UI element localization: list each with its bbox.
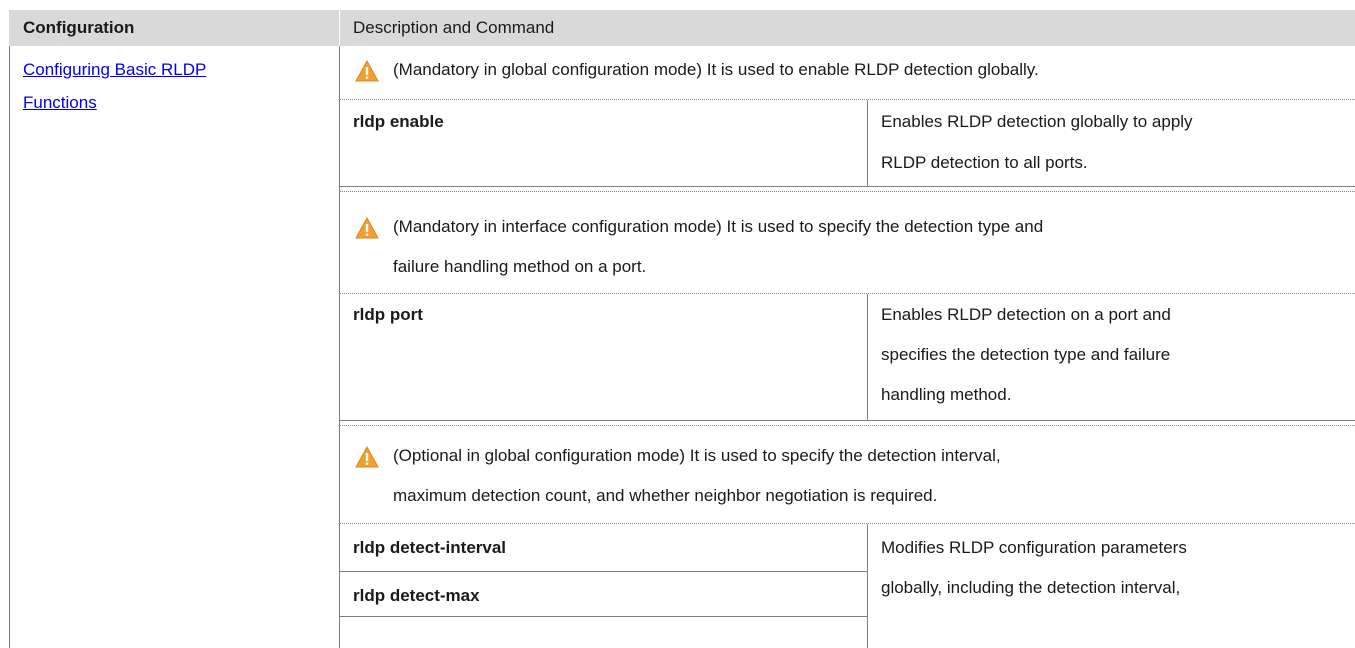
desc-rldp-port-line1: Enables RLDP detection on a port and — [881, 305, 1171, 324]
command-rldp-enable: rldp enable — [353, 112, 444, 131]
note-interface-port-line1: (Mandatory in interface configuration mo… — [393, 217, 1044, 236]
configuring-basic-rldp-link-line1[interactable]: Configuring Basic RLDP — [23, 54, 206, 86]
desc-detect-line2: globally, including the detection interv… — [881, 578, 1181, 597]
note-divider — [340, 191, 1355, 192]
header-configuration: Configuration — [23, 18, 135, 37]
desc-detect-line1: Modifies RLDP configuration parameters — [881, 538, 1187, 557]
command-rldp-port: rldp port — [353, 305, 423, 324]
note-divider — [340, 99, 1355, 100]
desc-rldp-port-line2: specifies the detection type and failure — [881, 345, 1171, 364]
note-divider — [340, 293, 1355, 294]
note-divider — [340, 523, 1355, 524]
warning-icon — [355, 217, 379, 239]
row-divider — [340, 186, 1355, 187]
column-divider — [339, 46, 340, 648]
desc-rldp-enable-line2: RLDP detection to all ports. — [881, 153, 1088, 172]
warning-icon — [355, 446, 379, 468]
cmd-row-divider — [340, 571, 867, 572]
cmd-column-divider — [867, 100, 868, 186]
command-rldp-detect-interval: rldp detect-interval — [353, 538, 507, 557]
configuring-basic-rldp-link-line2[interactable]: Functions — [23, 87, 97, 119]
note-optional-global-line1: (Optional in global configuration mode) … — [393, 446, 1001, 465]
cmd-column-divider — [867, 524, 868, 648]
configuration-table: Configuration Description and Command Co… — [9, 10, 1355, 648]
note-optional-global-line2: maximum detection count, and whether nei… — [393, 486, 938, 505]
cmd-row-divider — [340, 616, 867, 617]
table-header: Configuration Description and Command — [9, 10, 1355, 46]
desc-rldp-port-line3: handling method. — [881, 385, 1012, 404]
command-rldp-detect-max: rldp detect-max — [353, 586, 480, 605]
row-divider — [340, 420, 1355, 421]
cmd-column-divider — [867, 294, 868, 420]
header-description: Description and Command — [353, 18, 555, 37]
desc-rldp-enable-line1: Enables RLDP detection globally to apply — [881, 112, 1193, 131]
note-interface-port-line2: failure handling method on a port. — [393, 257, 647, 276]
note-enable-global: (Mandatory in global configuration mode)… — [393, 60, 1039, 79]
header-separator — [339, 10, 340, 46]
note-divider — [340, 425, 1355, 426]
warning-icon — [355, 60, 379, 82]
left-border — [9, 46, 10, 648]
